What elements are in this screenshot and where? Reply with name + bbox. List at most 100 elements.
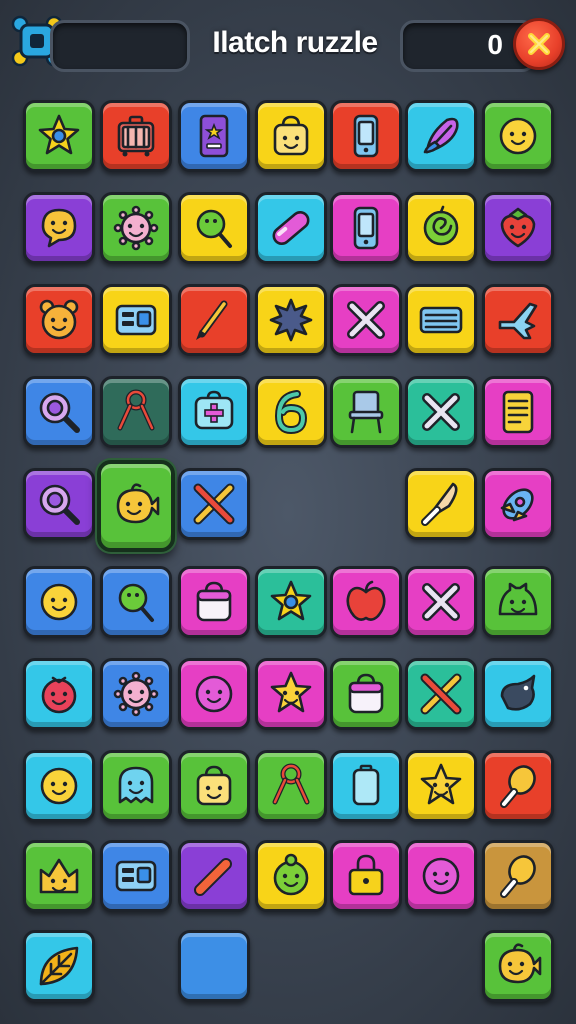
tile-r10-c3[interactable] <box>178 930 250 1002</box>
tile-r6-c5[interactable] <box>330 566 402 638</box>
fish-face-icon <box>116 483 160 524</box>
bag-icon <box>348 673 384 714</box>
bag-face-icon <box>196 765 232 806</box>
tile-r8-c7[interactable] <box>482 750 554 822</box>
phone-icon <box>353 114 379 158</box>
tile-r9-c4[interactable] <box>255 840 327 912</box>
lollipop-icon <box>196 209 232 248</box>
tile-r9-c5[interactable] <box>330 840 402 912</box>
star-icon <box>270 580 312 621</box>
star-icon <box>38 114 80 155</box>
tile-r4-c1[interactable] <box>23 376 95 448</box>
tile-r7-c2[interactable] <box>100 658 172 730</box>
suitcase-icon <box>117 115 155 157</box>
tile-r5-c3[interactable] <box>178 468 250 540</box>
tile-r3-c4[interactable] <box>255 284 327 356</box>
tile-r2-c4[interactable] <box>255 192 327 264</box>
plane-icon <box>498 302 538 340</box>
turtle-face-icon <box>273 853 309 896</box>
tile-r4-c6[interactable] <box>405 376 477 448</box>
tile-r8-c5[interactable] <box>330 750 402 822</box>
tile-r9-c7[interactable] <box>482 840 554 912</box>
tile-r1-c3[interactable] <box>178 100 250 172</box>
keyboard-icon <box>419 306 463 334</box>
tile-r1-c7[interactable] <box>482 100 554 172</box>
tile-r8-c2[interactable] <box>100 750 172 822</box>
tile-r4-c3[interactable] <box>178 376 250 448</box>
tile-r1-c4[interactable] <box>255 100 327 172</box>
cross-icon <box>422 393 460 431</box>
tile-r8-c4[interactable] <box>255 750 327 822</box>
ghost-face-icon <box>118 766 154 804</box>
tile-r2-c1[interactable] <box>23 192 95 264</box>
cross-icon <box>347 301 385 339</box>
chair-icon <box>348 390 384 434</box>
tile-r4-c5[interactable] <box>330 376 402 448</box>
tile-r8-c1[interactable] <box>23 750 95 822</box>
number-six-icon <box>274 390 308 435</box>
capsule-icon <box>272 210 310 246</box>
tile-r1-c5[interactable] <box>330 100 402 172</box>
tile-r2-c6[interactable] <box>405 192 477 264</box>
tile-r6-c6[interactable] <box>405 566 477 638</box>
tile-r3-c3[interactable] <box>178 284 250 356</box>
tile-r5-c2[interactable] <box>97 460 175 552</box>
drumstick-icon <box>500 765 536 808</box>
tile-r5-c7[interactable] <box>482 468 554 540</box>
tile-r6-c3[interactable] <box>178 566 250 638</box>
tile-r5-c1[interactable] <box>23 468 95 540</box>
tile-r10-c7[interactable] <box>482 930 554 1002</box>
tile-r1-c1[interactable] <box>23 100 95 172</box>
tile-r3-c5[interactable] <box>330 284 402 356</box>
tile-r9-c1[interactable] <box>23 840 95 912</box>
first-aid-bag-icon <box>194 390 234 430</box>
tile-r2-c7[interactable] <box>482 192 554 264</box>
tile-r3-c1[interactable] <box>23 284 95 356</box>
tile-r6-c1[interactable] <box>23 566 95 638</box>
tile-r2-c2[interactable] <box>100 192 172 264</box>
tile-r7-c7[interactable] <box>482 658 554 730</box>
tile-r4-c7[interactable] <box>482 376 554 448</box>
tile-r4-c2[interactable] <box>100 376 172 448</box>
tile-r2-c3[interactable] <box>178 192 250 264</box>
crossed-tools-icon <box>420 673 462 715</box>
lollipop-icon <box>118 583 154 622</box>
apple-icon <box>346 580 386 621</box>
tile-r8-c6[interactable] <box>405 750 477 822</box>
bear-face-icon <box>39 299 79 340</box>
tile-r3-c6[interactable] <box>405 284 477 356</box>
tile-r7-c3[interactable] <box>178 658 250 730</box>
tile-r2-c5[interactable] <box>330 192 402 264</box>
scissors-icon <box>117 389 155 431</box>
bird-icon <box>500 674 536 711</box>
tile-r9-c3[interactable] <box>178 840 250 912</box>
smiley-icon <box>499 117 537 155</box>
tile-r6-c7[interactable] <box>482 566 554 638</box>
tile-r3-c2[interactable] <box>100 284 172 356</box>
tile-r7-c4[interactable] <box>255 658 327 730</box>
tile-r10-c1[interactable] <box>23 930 95 1002</box>
tile-r4-c4[interactable] <box>255 376 327 448</box>
drumstick-icon <box>500 855 536 898</box>
tile-r9-c2[interactable] <box>100 840 172 912</box>
tile-r1-c6[interactable] <box>405 100 477 172</box>
tile-r5-c6[interactable] <box>405 468 477 540</box>
crayon-icon <box>194 858 232 896</box>
battery-icon <box>352 764 380 806</box>
germ-face-icon <box>113 205 159 251</box>
tile-r7-c1[interactable] <box>23 658 95 730</box>
tablet-icon <box>199 114 229 158</box>
tile-r6-c2[interactable] <box>100 566 172 638</box>
leaf-icon <box>39 946 79 986</box>
magnifier-icon <box>39 392 80 433</box>
frog-face-icon <box>498 582 538 616</box>
tile-r1-c2[interactable] <box>100 100 172 172</box>
tile-r9-c6[interactable] <box>405 840 477 912</box>
tile-r7-c5[interactable] <box>330 658 402 730</box>
smiley-icon <box>40 767 78 805</box>
tile-r6-c4[interactable] <box>255 566 327 638</box>
tile-r3-c7[interactable] <box>482 284 554 356</box>
tile-r7-c6[interactable] <box>405 658 477 730</box>
crossed-tools-icon <box>193 483 235 525</box>
tile-r8-c3[interactable] <box>178 750 250 822</box>
